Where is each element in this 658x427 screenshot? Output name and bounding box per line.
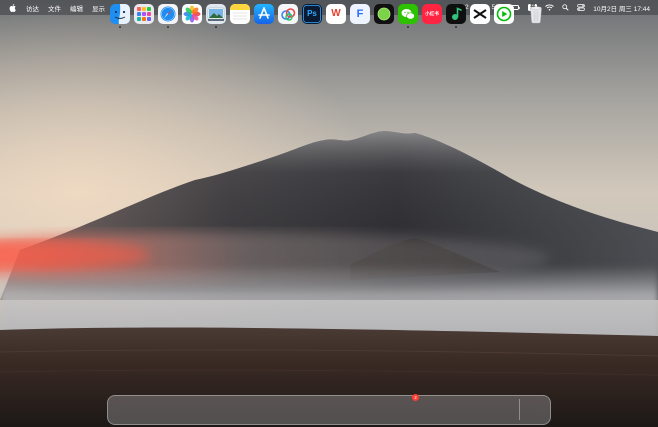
finder-icon[interactable] [110, 4, 130, 24]
safari-icon[interactable] [158, 4, 178, 24]
wps-label: W [331, 8, 341, 19]
wifi-status-item[interactable] [545, 4, 555, 11]
control-center-item[interactable] [577, 4, 586, 11]
video-player-icon[interactable] [494, 4, 514, 24]
desktop-wallpaper [0, 0, 658, 427]
wifi-icon [545, 4, 555, 11]
clock-datetime[interactable]: 10月2日 周三 17:44 [593, 3, 650, 13]
xiaohongshu-icon[interactable]: 小红书 [422, 4, 442, 24]
trash-icon[interactable] [526, 4, 546, 24]
feishu-label: F [356, 8, 364, 20]
green-circle-icon[interactable] [374, 4, 394, 24]
capcut-icon[interactable] [470, 4, 490, 24]
photoshop-label: Ps [307, 9, 317, 18]
photoshop-icon[interactable]: Ps [302, 4, 322, 24]
spotlight-status-item[interactable] [562, 4, 569, 11]
app-store-icon[interactable] [254, 4, 274, 24]
menu-finder[interactable]: 访达 [26, 3, 39, 13]
music-icon[interactable] [446, 4, 466, 24]
xiaohongshu-label: 小红书 [425, 11, 439, 16]
menu-file[interactable]: 文件 [48, 3, 61, 13]
wps-icon[interactable]: W [326, 4, 346, 24]
menu-edit[interactable]: 编辑 [70, 3, 83, 13]
launchpad-icon[interactable] [134, 4, 154, 24]
dock-separator [519, 399, 520, 420]
photos-icon[interactable] [182, 4, 202, 24]
search-icon [562, 4, 569, 11]
feishu-icon[interactable]: F [350, 4, 370, 24]
cloud-drive-icon[interactable] [278, 4, 298, 24]
control-center-icon [577, 4, 586, 11]
wechat-icon[interactable] [398, 4, 418, 24]
notes-icon[interactable] [230, 4, 250, 24]
preview-icon[interactable] [206, 4, 226, 24]
dock [107, 395, 551, 425]
menu-view[interactable]: 显示 [92, 3, 105, 13]
apple-logo-icon[interactable] [9, 3, 17, 12]
wechat-badge: 2 [412, 394, 419, 401]
